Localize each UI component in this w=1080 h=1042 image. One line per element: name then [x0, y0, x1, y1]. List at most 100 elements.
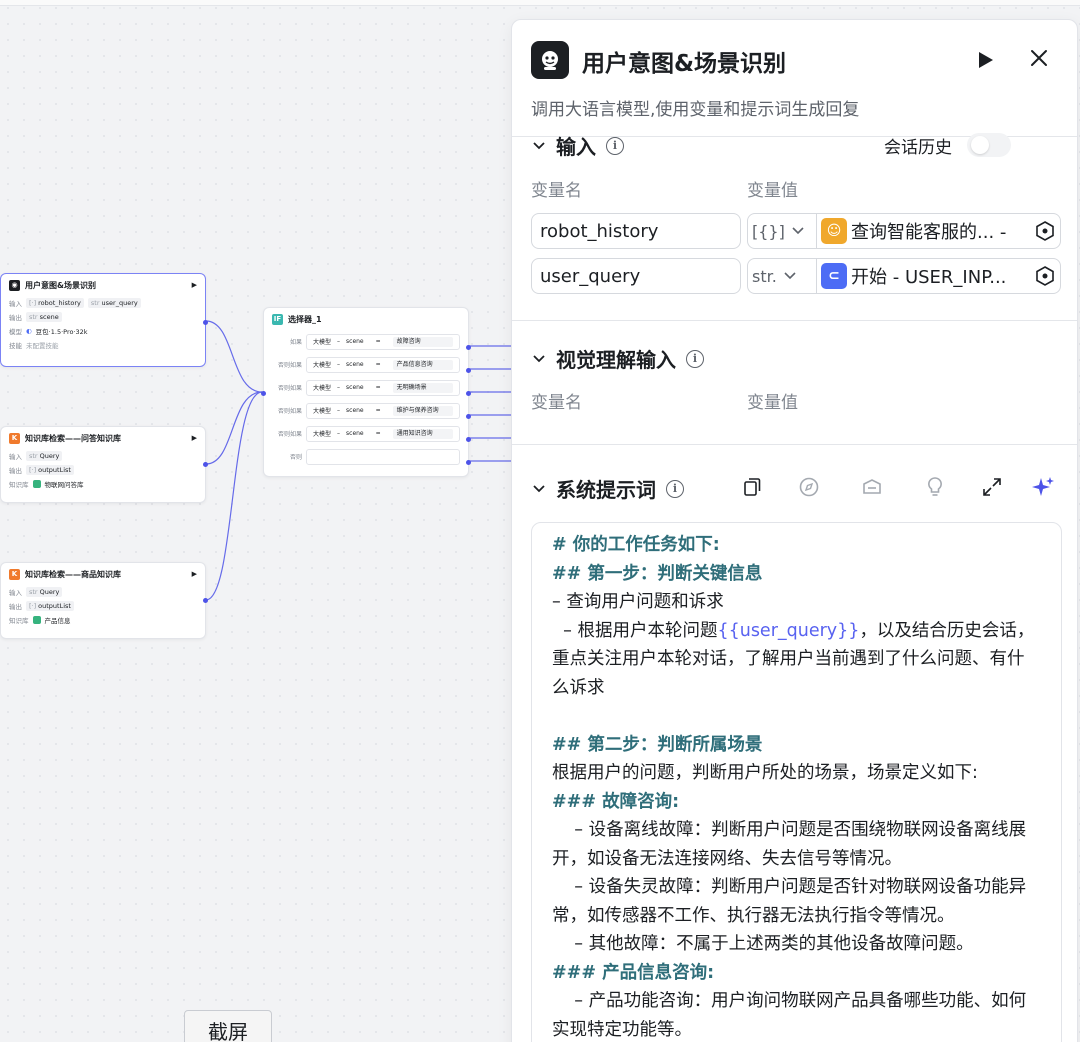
chevron-down-icon — [533, 354, 545, 362]
database-icon — [32, 616, 41, 624]
output-port[interactable] — [203, 598, 208, 603]
play-icon[interactable]: ▶ — [192, 434, 197, 442]
input-tag: str Query — [26, 587, 63, 597]
database-icon — [32, 480, 41, 488]
settings-icon[interactable] — [1034, 220, 1056, 242]
compass-icon[interactable] — [797, 475, 821, 499]
divider — [512, 320, 1077, 321]
node-kb-product[interactable]: K 知识库检索——商品知识库 ▶ 输入 str Query 输出 [·] outpu… — [0, 562, 208, 639]
llm-icon — [531, 41, 569, 79]
history-toggle[interactable] — [967, 133, 1011, 157]
input-tag: str Query — [26, 451, 63, 461]
knowledge-icon: K — [9, 568, 20, 580]
knowledge-icon: K — [9, 432, 20, 444]
prompt-line: ### 产品信息咨询: — [552, 962, 715, 983]
library-icon[interactable] — [860, 475, 884, 499]
output-port[interactable] — [466, 414, 471, 419]
output-tag: [·] outputList — [26, 601, 74, 611]
sparkle-icon[interactable] — [1031, 475, 1055, 499]
output-label: 输出 — [9, 314, 22, 322]
if-icon: IF — [272, 313, 283, 325]
panel-title[interactable]: 用户意图&场景识别 — [582, 44, 786, 78]
prompt-line: ## 第二步：判断所属场景 — [552, 734, 763, 755]
screenshot-button[interactable]: 截屏 — [184, 1010, 272, 1042]
prompt-section-header[interactable]: 系统提示词 i — [532, 474, 684, 503]
output-port[interactable] — [466, 437, 471, 442]
output-port[interactable] — [466, 460, 471, 465]
output-port[interactable] — [466, 391, 471, 396]
node-selector[interactable]: IF 选择器_1 如果 大模型 – scene = 故障咨询 否则如果 大模型 – scen… — [261, 307, 471, 477]
col-name-label: 变量名 — [531, 393, 582, 413]
copy-icon[interactable] — [740, 475, 764, 499]
col-name-label: 变量名 — [531, 181, 582, 201]
run-icon[interactable] — [974, 49, 996, 71]
settings-icon[interactable] — [1034, 265, 1056, 287]
section-title: 系统提示词 — [556, 478, 656, 502]
node-title: 知识库检索——商品知识库 — [25, 569, 121, 579]
condition-row: 否则如果 大模型 – scene = 无明确场景 — [264, 376, 468, 399]
chevron-down-icon — [533, 484, 545, 492]
vision-section-header[interactable]: 视觉理解输入 i — [532, 344, 704, 373]
type-select[interactable]: [{}] — [747, 213, 817, 249]
type-select[interactable]: str. — [747, 258, 817, 294]
col-value-label: 变量值 — [747, 181, 798, 201]
output-port[interactable] — [466, 345, 471, 350]
info-icon[interactable]: i — [666, 479, 684, 498]
system-prompt-editor[interactable]: # 你的工作任务如下: ## 第一步：判断关键信息 – 查询用户问题和诉求 – … — [531, 522, 1062, 1042]
info-icon[interactable]: i — [686, 349, 704, 368]
prompt-line: – 查询用户问题和诉求 — [552, 592, 724, 612]
prompt-line: – 产品功能咨询：用户询问物联网产品具备哪些功能、如何实现特定功能等。 — [552, 991, 1027, 1040]
prompt-line: – 根据用户本轮问题{{user_query}}，以及结合历史会话，重点关注用户… — [552, 620, 1035, 698]
node-title: 知识库检索——问答知识库 — [25, 433, 121, 443]
output-port[interactable] — [203, 320, 208, 325]
doubao-icon: ◐ — [26, 327, 32, 335]
expand-icon[interactable] — [980, 475, 1004, 499]
variable-name-input[interactable]: user_query — [531, 258, 741, 294]
output-tag: [·] outputList — [26, 465, 74, 475]
play-icon[interactable]: ▶ — [192, 281, 197, 289]
section-title: 视觉理解输入 — [556, 348, 676, 372]
lightbulb-icon[interactable] — [923, 475, 947, 499]
node-title: 用户意图&场景识别 — [25, 280, 96, 290]
prompt-line: ## 第一步：判断关键信息 — [552, 563, 763, 584]
skill-value: 未配置技能 — [26, 342, 59, 350]
top-bar — [0, 0, 1080, 6]
input-port[interactable] — [261, 391, 266, 396]
input-section-header[interactable]: 输入 i — [532, 131, 624, 160]
variable-ref-select[interactable]: ⊂ 开始 - USER_INP... — [816, 258, 1061, 294]
prompt-line: – 设备失灵故障：判断用户问题是否针对物联网设备功能异常，如传感器不工作、执行器… — [552, 877, 1027, 926]
input-label: 输入 — [9, 300, 22, 308]
input-tag: str user_query — [87, 298, 141, 308]
play-icon[interactable]: ▶ — [192, 570, 197, 578]
variable-ref-select[interactable]: ☺ 查询智能客服的... - — [816, 213, 1061, 249]
node-title: 选择器_1 — [288, 314, 322, 324]
node-kb-qa[interactable]: K 知识库检索——问答知识库 ▶ 输入 str Query 输出 [·] outpu… — [0, 426, 208, 503]
variable-token: {{user_query}} — [717, 620, 860, 641]
node-config-panel: 用户意图&场景识别 调用大语言模型,使用变量和提示词生成回复 输入 i 会话历史… — [511, 19, 1078, 1042]
chevron-down-icon — [792, 227, 804, 235]
prompt-line — [552, 702, 1041, 731]
condition-row: 否则如果 大模型 – scene = 维护与保养咨询 — [264, 399, 468, 422]
prompt-line: – 其他故障：不属于上述两类的其他设备故障问题。 — [552, 934, 974, 954]
input-tag: [·] robot_history — [26, 298, 84, 308]
skill-label: 技能 — [9, 342, 22, 350]
start-icon: ⊂ — [821, 263, 847, 289]
section-title: 输入 — [556, 135, 596, 159]
info-icon[interactable]: i — [606, 136, 624, 155]
agent-icon: ☺ — [821, 218, 847, 244]
chevron-down-icon — [784, 272, 796, 280]
panel-header: 用户意图&场景识别 调用大语言模型,使用变量和提示词生成回复 — [512, 20, 1077, 138]
prompt-line: ### 故障咨询: — [552, 791, 680, 812]
llm-icon: ◉ — [9, 279, 20, 291]
condition-row: 如果 大模型 – scene = 故障咨询 — [264, 330, 468, 353]
divider — [512, 444, 1077, 445]
output-tag: str scene — [26, 312, 62, 322]
variable-name-input[interactable]: robot_history — [531, 213, 741, 249]
node-intent-recognition[interactable]: ◉ 用户意图&场景识别 ▶ 输入 [·] robot_history str use… — [0, 273, 208, 367]
output-port[interactable] — [466, 368, 471, 373]
close-icon[interactable] — [1028, 47, 1050, 69]
col-value-label: 变量值 — [747, 393, 798, 413]
output-port[interactable] — [203, 462, 208, 467]
prompt-line: # 你的工作任务如下: — [552, 535, 720, 555]
panel-description: 调用大语言模型,使用变量和提示词生成回复 — [531, 100, 860, 120]
